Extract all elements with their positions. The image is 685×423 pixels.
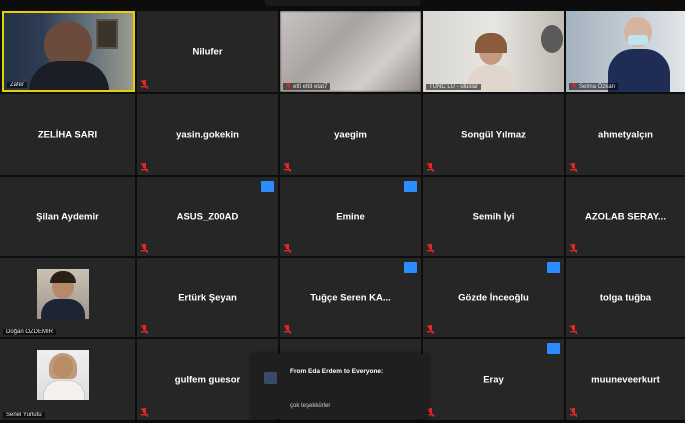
video-tile-emine[interactable]: Emine [280,177,421,256]
participant-name: ASUS_Z00AD [176,211,239,222]
participant-video [566,11,685,92]
video-tile-selma[interactable]: Selma Özkan [566,11,685,92]
mic-muted-icon [427,163,434,172]
video-off-icon [547,343,560,354]
video-off-icon [261,181,274,192]
participant-name: Tuğçe Seren KA... [310,292,391,303]
participant-video [423,11,564,92]
participant-name: tolga tuğba [599,292,652,303]
video-tile-silan[interactable]: Şilan Aydemir [0,177,135,256]
video-tile-nilufer[interactable]: Nilufer [137,11,278,92]
video-tile-3[interactable]: etti ettit etat7 [280,11,421,92]
video-tile-asus[interactable]: ASUS_Z00AD [137,177,278,256]
participant-video [4,13,133,90]
chat-notification[interactable]: From Eda Erdem to Everyone: çok teşekkür… [252,354,428,419]
video-tile-ahmet[interactable]: ahmetyalçın [566,94,685,175]
participant-name-label: Zafer [7,82,28,88]
video-tile-yaegim[interactable]: yaegim [280,94,421,175]
mic-muted-icon [427,408,434,417]
video-tile-zeliha[interactable]: ZELİHA SARI [0,94,135,175]
video-off-icon [404,181,417,192]
gallery-grid: Zafer Nilufer etti ettit etat7 TUNC LU -… [0,0,685,423]
mic-muted-icon [570,408,577,417]
participant-name-label: Selma Özkan [569,82,619,90]
mic-muted-icon [570,244,577,253]
participant-name: ahmetyalçın [598,129,653,140]
video-tile-gozde[interactable]: Gözde İnceoğlu [423,258,564,337]
participant-name: Gözde İnceoğlu [458,292,529,303]
mic-muted-icon [141,163,148,172]
mic-muted-icon [570,163,577,172]
mic-muted-icon [286,82,291,90]
mic-muted-icon [141,80,148,89]
video-tile-zafer[interactable]: Zafer [2,11,135,92]
participant-name: ZELİHA SARI [37,129,98,140]
mic-muted-icon [570,325,577,334]
participant-name: Eray [483,374,504,385]
mic-muted-icon [572,82,577,90]
video-tile-tugce[interactable]: Tuğçe Seren KA... [280,258,421,337]
participant-name: Songül Yılmaz [461,129,526,140]
participant-name: Ertürk Şeyan [178,292,237,303]
video-off-icon [547,262,560,273]
participant-name: yasin.gokekin [176,129,239,140]
participant-name-label: Senel Yurlutu [3,412,45,418]
participant-name: Emine [336,211,365,222]
mic-muted-icon [141,408,148,417]
video-tile-dogan[interactable]: Doğan ÖZDEMİR [0,258,135,337]
mic-muted-icon [141,244,148,253]
video-tile-songul[interactable]: Songül Yılmaz [423,94,564,175]
video-tile-4[interactable]: TUNC LU - uluslar [423,11,564,92]
chat-icon [264,372,277,384]
mic-muted-icon [427,244,434,253]
participant-name: yaegim [334,129,367,140]
profile-picture [37,350,89,400]
video-tile-muuneveer[interactable]: muuneveerkurt [566,339,685,420]
participant-name: Semih İyi [472,211,515,222]
top-toolbar-handle[interactable] [265,0,420,6]
participant-name: Şilan Aydemir [36,211,99,222]
chat-sender: From Eda Erdem to Everyone: [290,368,384,375]
video-tile-eray[interactable]: Eray [423,339,564,420]
profile-picture [37,269,89,319]
mic-muted-icon [284,244,291,253]
chat-message: çok teşekkürler [290,403,331,409]
video-off-icon [404,262,417,273]
video-tile-erturk[interactable]: Ertürk Şeyan [137,258,278,337]
video-tile-tolga[interactable]: tolga tuğba [566,258,685,337]
video-tile-azolab[interactable]: AZOLAB SERAY... [566,177,685,256]
participant-name: Nilufer [192,46,223,57]
video-tile-senel[interactable]: Senel Yurlutu [0,339,135,420]
participant-video [280,11,421,92]
mic-muted-icon [284,325,291,334]
participant-name-label: TUNC LU - uluslar [426,84,482,90]
participant-name: AZOLAB SERAY... [585,211,666,222]
mic-muted-icon [284,163,291,172]
mic-muted-icon [427,325,434,334]
mic-muted-icon [141,325,148,334]
participant-name-label: etti ettit etat7 [283,82,331,90]
participant-name-label: Doğan ÖZDEMİR [3,329,57,335]
participant-name: muuneveerkurt [591,374,660,385]
video-tile-yasin[interactable]: yasin.gokekin [137,94,278,175]
video-tile-semih[interactable]: Semih İyi [423,177,564,256]
